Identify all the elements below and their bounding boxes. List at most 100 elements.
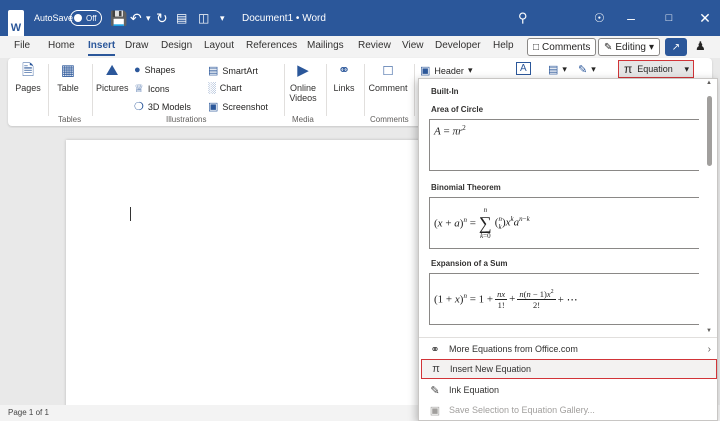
group-divider xyxy=(284,64,285,116)
scroll-up-icon[interactable]: ▲ xyxy=(706,80,712,86)
header-label: Header xyxy=(434,65,464,76)
shapes-button[interactable]: ● Shapes xyxy=(134,64,175,76)
tab-developer[interactable]: Developer xyxy=(435,40,481,51)
equation-binomial-theorem[interactable]: (x + a)n = n ∑ k=0 (n k)xkan−k xyxy=(429,197,699,249)
redo-icon[interactable]: ↻ xyxy=(156,0,168,36)
comment-icon: □ xyxy=(533,41,540,53)
group-divider xyxy=(364,64,365,116)
screenshot-button[interactable]: ▣ Screenshot xyxy=(208,100,268,113)
tab-layout[interactable]: Layout xyxy=(204,40,234,51)
icons-icon: ♕ xyxy=(134,83,144,95)
editing-button[interactable]: ✎ Editing ▾ xyxy=(598,38,660,56)
table-button[interactable]: ▦ Table xyxy=(54,62,82,93)
customize-icon[interactable]: ◫ xyxy=(198,0,209,36)
menu-item-label: Insert New Equation xyxy=(450,364,532,374)
link-icon: ⚭ xyxy=(337,62,351,79)
qat-more-icon[interactable]: ▾ xyxy=(220,0,225,36)
online-videos-button[interactable]: ▶ Online Videos xyxy=(288,62,318,103)
equation-name: Binomial Theorem xyxy=(431,183,501,192)
autosave-label: AutoSave xyxy=(34,13,74,23)
cube-icon: ❍ xyxy=(134,101,144,113)
lightbulb-icon[interactable]: ☉ xyxy=(594,0,605,36)
smartart-button[interactable]: ▤ SmartArt xyxy=(208,64,258,77)
document-title: Document1 • Word xyxy=(242,12,326,24)
textbox-icon[interactable]: A xyxy=(516,62,531,75)
coauthor-icon[interactable]: ♟ xyxy=(695,39,706,53)
share-button[interactable]: ↗ xyxy=(665,38,687,56)
scroll-thumb[interactable] xyxy=(707,96,712,166)
pages-icon: 🗎 xyxy=(21,62,35,79)
pages-label: Pages xyxy=(15,83,41,93)
group-divider xyxy=(326,64,327,116)
links-button[interactable]: ⚭ Links xyxy=(330,62,358,93)
equation-name: Area of Circle xyxy=(431,105,484,114)
quick-parts-icon[interactable]: ▤ ▾ xyxy=(548,63,567,76)
undo-dropdown-icon[interactable]: ▾ xyxy=(146,0,151,36)
comment-label: Comment xyxy=(368,83,408,93)
smartart-label: SmartArt xyxy=(222,65,258,76)
undo-icon[interactable]: ↶ xyxy=(130,0,142,36)
media-group-label: Media xyxy=(292,115,314,124)
header-icon: ▣ xyxy=(420,65,431,77)
icons-button[interactable]: ♕ Icons xyxy=(134,82,169,95)
equation-formula: (1 + x)n = 1 + xyxy=(434,292,494,306)
close-icon[interactable]: ✕ xyxy=(690,0,720,36)
print-icon[interactable]: ▤ xyxy=(176,0,187,36)
tab-draw[interactable]: Draw xyxy=(125,40,148,51)
page-count[interactable]: Page 1 of 1 xyxy=(8,408,49,417)
group-divider xyxy=(48,64,49,116)
equation-button[interactable]: π Equation ▾ xyxy=(618,60,694,78)
group-divider xyxy=(414,64,415,116)
tab-file[interactable]: File xyxy=(14,40,30,51)
autosave-toggle[interactable]: Off xyxy=(70,10,102,26)
textbox-a-icon: A xyxy=(516,62,531,75)
shapes-label: Shapes xyxy=(144,65,176,75)
equation-formula-tail: (n k)xkan−k xyxy=(494,214,530,232)
comment-button[interactable]: □ Comment xyxy=(368,62,408,93)
save-icon[interactable]: 💾 xyxy=(110,0,127,36)
tab-insert[interactable]: Insert xyxy=(88,40,116,56)
fraction: nx 1! xyxy=(495,288,508,310)
scroll-down-icon[interactable]: ▼ xyxy=(706,328,712,334)
tab-references[interactable]: References xyxy=(246,40,297,51)
ink-equation-item[interactable]: ✎ Ink Equation xyxy=(421,380,717,400)
links-label: Links xyxy=(333,83,355,93)
signature-line-icon[interactable]: ✎ ▾ xyxy=(578,63,596,76)
menu-bar: File Home Insert Draw Design Layout Refe… xyxy=(0,36,720,58)
tables-group-label: Tables xyxy=(58,115,82,124)
tab-home[interactable]: Home xyxy=(48,40,75,51)
pictures-icon: ⛰ xyxy=(105,62,119,79)
chart-button[interactable]: ░ Chart xyxy=(208,82,242,94)
tab-review[interactable]: Review xyxy=(358,40,391,51)
share-icon: ↗ xyxy=(671,41,681,53)
pictures-button[interactable]: ⛰ Pictures xyxy=(96,62,129,93)
search-icon[interactable]: ⚲ xyxy=(518,0,528,36)
pages-button[interactable]: 🗎 Pages xyxy=(14,62,42,93)
pi-icon: π xyxy=(624,62,633,76)
comments-button[interactable]: □ Comments xyxy=(527,38,597,56)
document-page[interactable] xyxy=(66,140,446,421)
equation-area-of-circle[interactable]: A = πr2 xyxy=(429,119,699,171)
chart-icon: ░ xyxy=(208,82,216,94)
maximize-icon[interactable]: □ xyxy=(654,0,684,36)
tab-design[interactable]: Design xyxy=(161,40,192,51)
plus-sign: + xyxy=(509,293,516,305)
dropdown-scrollbar[interactable]: ▲ ▼ xyxy=(706,80,713,338)
tab-mailings[interactable]: Mailings xyxy=(307,40,344,51)
chevron-down-icon: ▾ xyxy=(562,64,567,74)
text-cursor xyxy=(130,207,131,221)
comment-add-icon: □ xyxy=(383,62,393,79)
minimize-icon[interactable]: – xyxy=(616,0,646,36)
equation-label: Equation xyxy=(637,64,673,74)
chevron-down-icon: ▾ xyxy=(684,63,689,74)
insert-new-equation-item[interactable]: π Insert New Equation xyxy=(421,359,717,379)
header-button[interactable]: ▣ Header ▾ xyxy=(420,64,472,77)
3d-models-button[interactable]: ❍ 3D Models xyxy=(134,100,191,113)
equation-expansion-of-sum[interactable]: (1 + x)n = 1 + nx 1! + n(n − 1)x2 2! + ⋯ xyxy=(429,273,699,325)
tab-help[interactable]: Help xyxy=(493,40,514,51)
equation-formula: (x + a)n = xyxy=(434,216,476,230)
more-equations-item[interactable]: ⚭ More Equations from Office.com › xyxy=(421,339,717,359)
online-videos-label-1: Online xyxy=(289,83,316,93)
tab-view[interactable]: View xyxy=(402,40,424,51)
menu-item-label: Ink Equation xyxy=(449,385,500,395)
